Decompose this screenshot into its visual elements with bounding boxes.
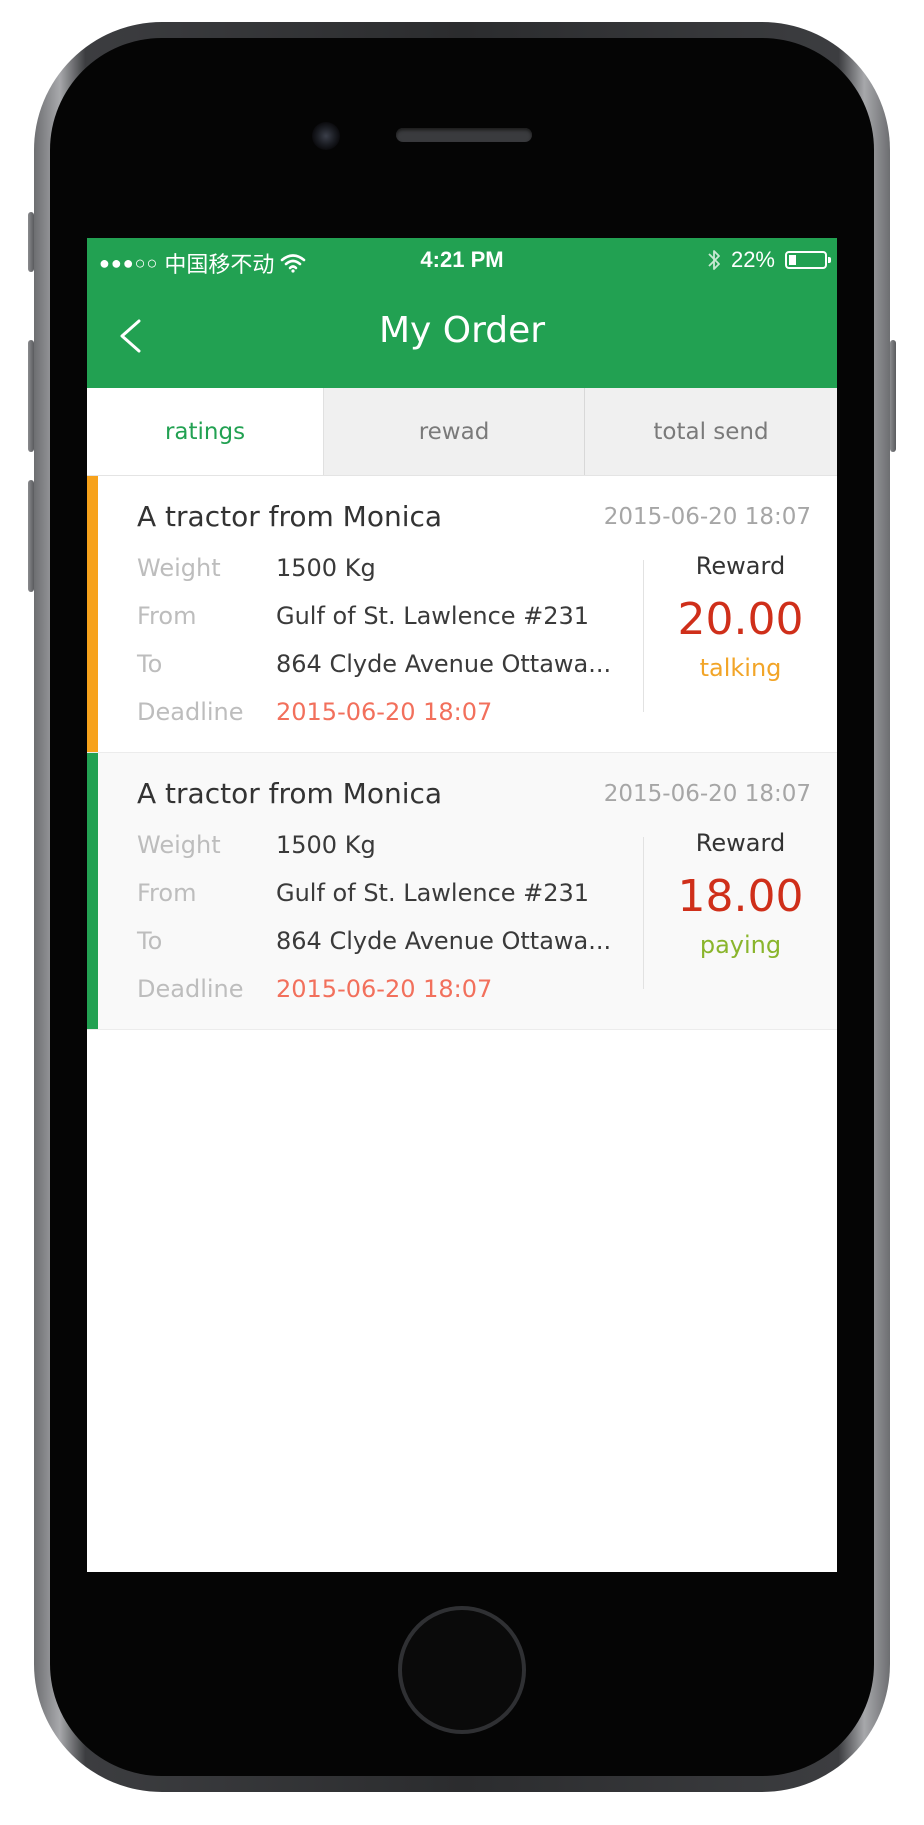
deadline-label: Deadline: [137, 975, 244, 1003]
app-screen: ●●●○○ 中国移不动 4:21 PM 22% My Order ratings…: [87, 238, 837, 1572]
to-label: To: [137, 650, 163, 678]
navigation-bar: My Order: [87, 282, 837, 388]
order-date: 2015-06-20 18:07: [603, 504, 811, 530]
reward-label: Reward: [695, 829, 786, 857]
to-label: To: [137, 927, 163, 955]
power-button: [890, 340, 896, 452]
to-value: 864 Clyde Avenue Ottawa...: [276, 650, 612, 678]
order-status: talking: [699, 654, 782, 682]
tab-rewad[interactable]: rewad: [323, 388, 584, 475]
from-label: From: [137, 879, 197, 907]
tab-ratings[interactable]: ratings: [87, 388, 323, 475]
reward-label: Reward: [695, 552, 786, 580]
battery-icon: [785, 251, 831, 269]
tab-bar: ratings rewad total send: [87, 388, 837, 476]
reward-block: Reward 18.00 paying: [644, 829, 837, 959]
mute-switch: [28, 212, 34, 272]
deadline-value: 2015-06-20 18:07: [276, 975, 493, 1003]
reward-amount: 18.00: [677, 871, 804, 922]
reward-amount: 20.00: [677, 594, 804, 645]
from-label: From: [137, 602, 197, 630]
order-status: paying: [699, 931, 782, 959]
earpiece-speaker: [396, 128, 532, 142]
weight-value: 1500 Kg: [276, 831, 376, 859]
order-card[interactable]: A tractor from Monica 2015-06-20 18:07 W…: [87, 753, 837, 1030]
volume-down-button: [28, 480, 34, 592]
weight-label: Weight: [137, 554, 221, 582]
page-title: My Order: [378, 310, 546, 351]
front-camera: [312, 122, 340, 150]
volume-up-button: [28, 340, 34, 452]
status-accent-bar: [87, 476, 98, 752]
deadline-label: Deadline: [137, 698, 244, 726]
to-value: 864 Clyde Avenue Ottawa...: [276, 927, 612, 955]
reward-block: Reward 20.00 talking: [644, 552, 837, 682]
from-value: Gulf of St. Lawlence #231: [276, 879, 590, 907]
order-list: A tractor from Monica 2015-06-20 18:07 W…: [87, 476, 837, 1030]
status-bar: ●●●○○ 中国移不动 4:21 PM 22%: [87, 238, 837, 282]
battery-level: [789, 255, 797, 265]
order-title: A tractor from Monica: [137, 777, 443, 810]
status-accent-bar: [87, 753, 98, 1029]
order-date: 2015-06-20 18:07: [603, 781, 811, 807]
bluetooth-icon: [707, 248, 721, 272]
weight-label: Weight: [137, 831, 221, 859]
weight-value: 1500 Kg: [276, 554, 376, 582]
order-card[interactable]: A tractor from Monica 2015-06-20 18:07 W…: [87, 476, 837, 753]
home-button[interactable]: [398, 1606, 526, 1734]
status-right: 22%: [707, 247, 831, 273]
order-title: A tractor from Monica: [137, 500, 443, 533]
tab-total-send[interactable]: total send: [584, 388, 837, 475]
battery-percent: 22%: [730, 247, 775, 272]
from-value: Gulf of St. Lawlence #231: [276, 602, 590, 630]
deadline-value: 2015-06-20 18:07: [276, 698, 493, 726]
